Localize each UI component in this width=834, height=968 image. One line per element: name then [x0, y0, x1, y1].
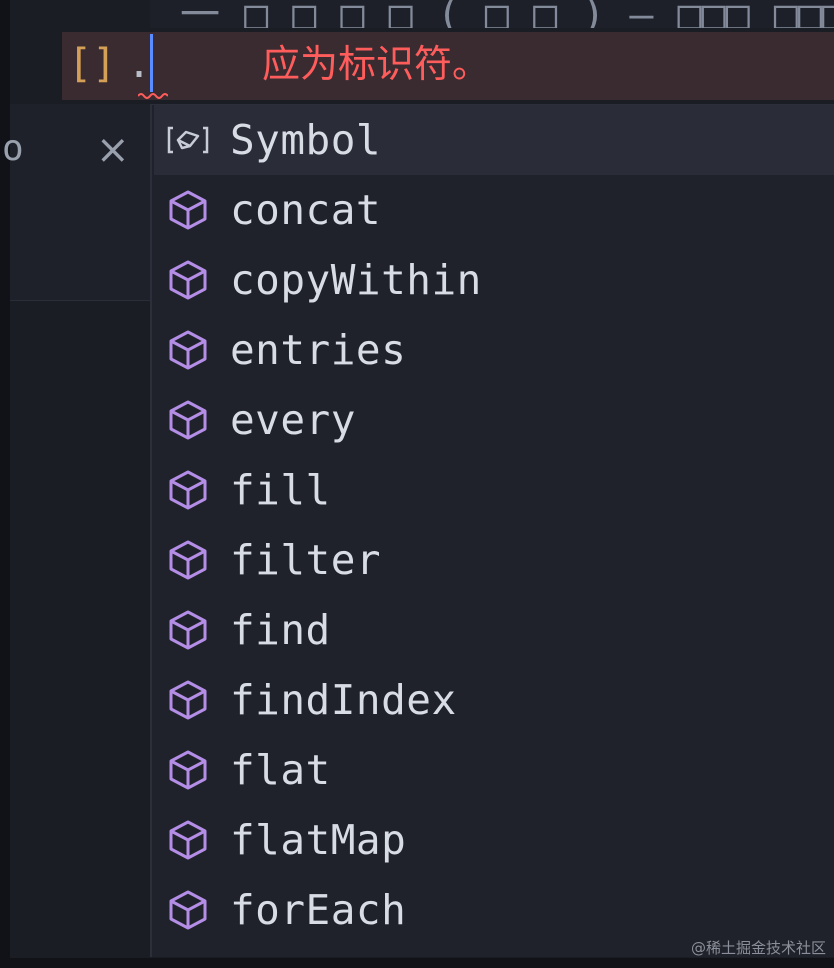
- close-icon[interactable]: ×: [96, 128, 130, 172]
- previous-code-line-text: 一 □ □ □ □ ( □ □ ) — □□□ □□□□□□: [180, 0, 834, 28]
- suggestion-label: concat: [230, 186, 382, 234]
- method-cube-icon: [169, 190, 207, 230]
- suggestion-item-every[interactable]: every: [154, 385, 834, 455]
- suggestion-label: Symbol: [230, 116, 382, 164]
- suggestion-label: findIndex: [230, 676, 457, 724]
- suggestion-item-find[interactable]: find: [154, 595, 834, 665]
- suggestion-label: fill: [230, 466, 331, 514]
- method-cube-icon: [169, 680, 207, 720]
- suggestion-label: forEach: [230, 886, 407, 934]
- suggestion-item-copywithin[interactable]: copyWithin: [154, 245, 834, 315]
- suggestion-label: entries: [230, 326, 407, 374]
- method-cube-icon: [169, 330, 207, 370]
- suggestion-label: flat: [230, 746, 331, 794]
- suggestion-item-flatmap[interactable]: flatMap: [154, 805, 834, 875]
- code-array-literal[interactable]: []: [68, 36, 116, 92]
- suggestion-item-foreach[interactable]: forEach: [154, 875, 834, 945]
- suggestion-label: flatMap: [230, 816, 407, 864]
- suggestion-item-findindex[interactable]: findIndex: [154, 665, 834, 735]
- suggestion-label: find: [230, 606, 331, 654]
- suggestion-item-flat[interactable]: flat: [154, 735, 834, 805]
- method-cube-icon: [169, 470, 207, 510]
- method-cube-icon: [169, 260, 207, 300]
- error-squiggle: [138, 93, 168, 99]
- method-cube-icon: [169, 890, 207, 930]
- variable-icon: [167, 126, 209, 154]
- suggestion-label: every: [230, 396, 356, 444]
- method-cube-icon: [169, 610, 207, 650]
- suggestion-item-filter[interactable]: filter: [154, 525, 834, 595]
- method-cube-icon: [169, 540, 207, 580]
- suggestion-label: copyWithin: [230, 256, 482, 304]
- suggestion-item-concat[interactable]: concat: [154, 175, 834, 245]
- suggestion-item-symbol[interactable]: Symbol: [154, 105, 834, 175]
- method-cube-icon: [169, 400, 207, 440]
- method-cube-icon: [169, 750, 207, 790]
- screenshot-frame: 一 □ □ □ □ ( □ □ ) — □□□ □□□□□□ [] . 应为标识…: [0, 0, 834, 968]
- watermark: @稀土掘金技术社区: [690, 939, 826, 957]
- suggestion-label: filter: [230, 536, 382, 584]
- method-cube-icon: [169, 820, 207, 860]
- code-dot-accessor[interactable]: .: [127, 36, 151, 92]
- error-message: 应为标识符。: [262, 42, 491, 86]
- suggestion-item-entries[interactable]: entries: [154, 315, 834, 385]
- previous-code-line: 一 □ □ □ □ ( □ □ ) — □□□ □□□□□□: [150, 0, 834, 28]
- side-tab-label[interactable]: o: [2, 128, 24, 169]
- side-panel: o ×: [2, 104, 150, 301]
- suggestion-item-fill[interactable]: fill: [154, 455, 834, 525]
- text-cursor: [150, 34, 153, 92]
- suggestion-widget: Symbol concat copyWithin entries every fill fi…: [150, 104, 834, 957]
